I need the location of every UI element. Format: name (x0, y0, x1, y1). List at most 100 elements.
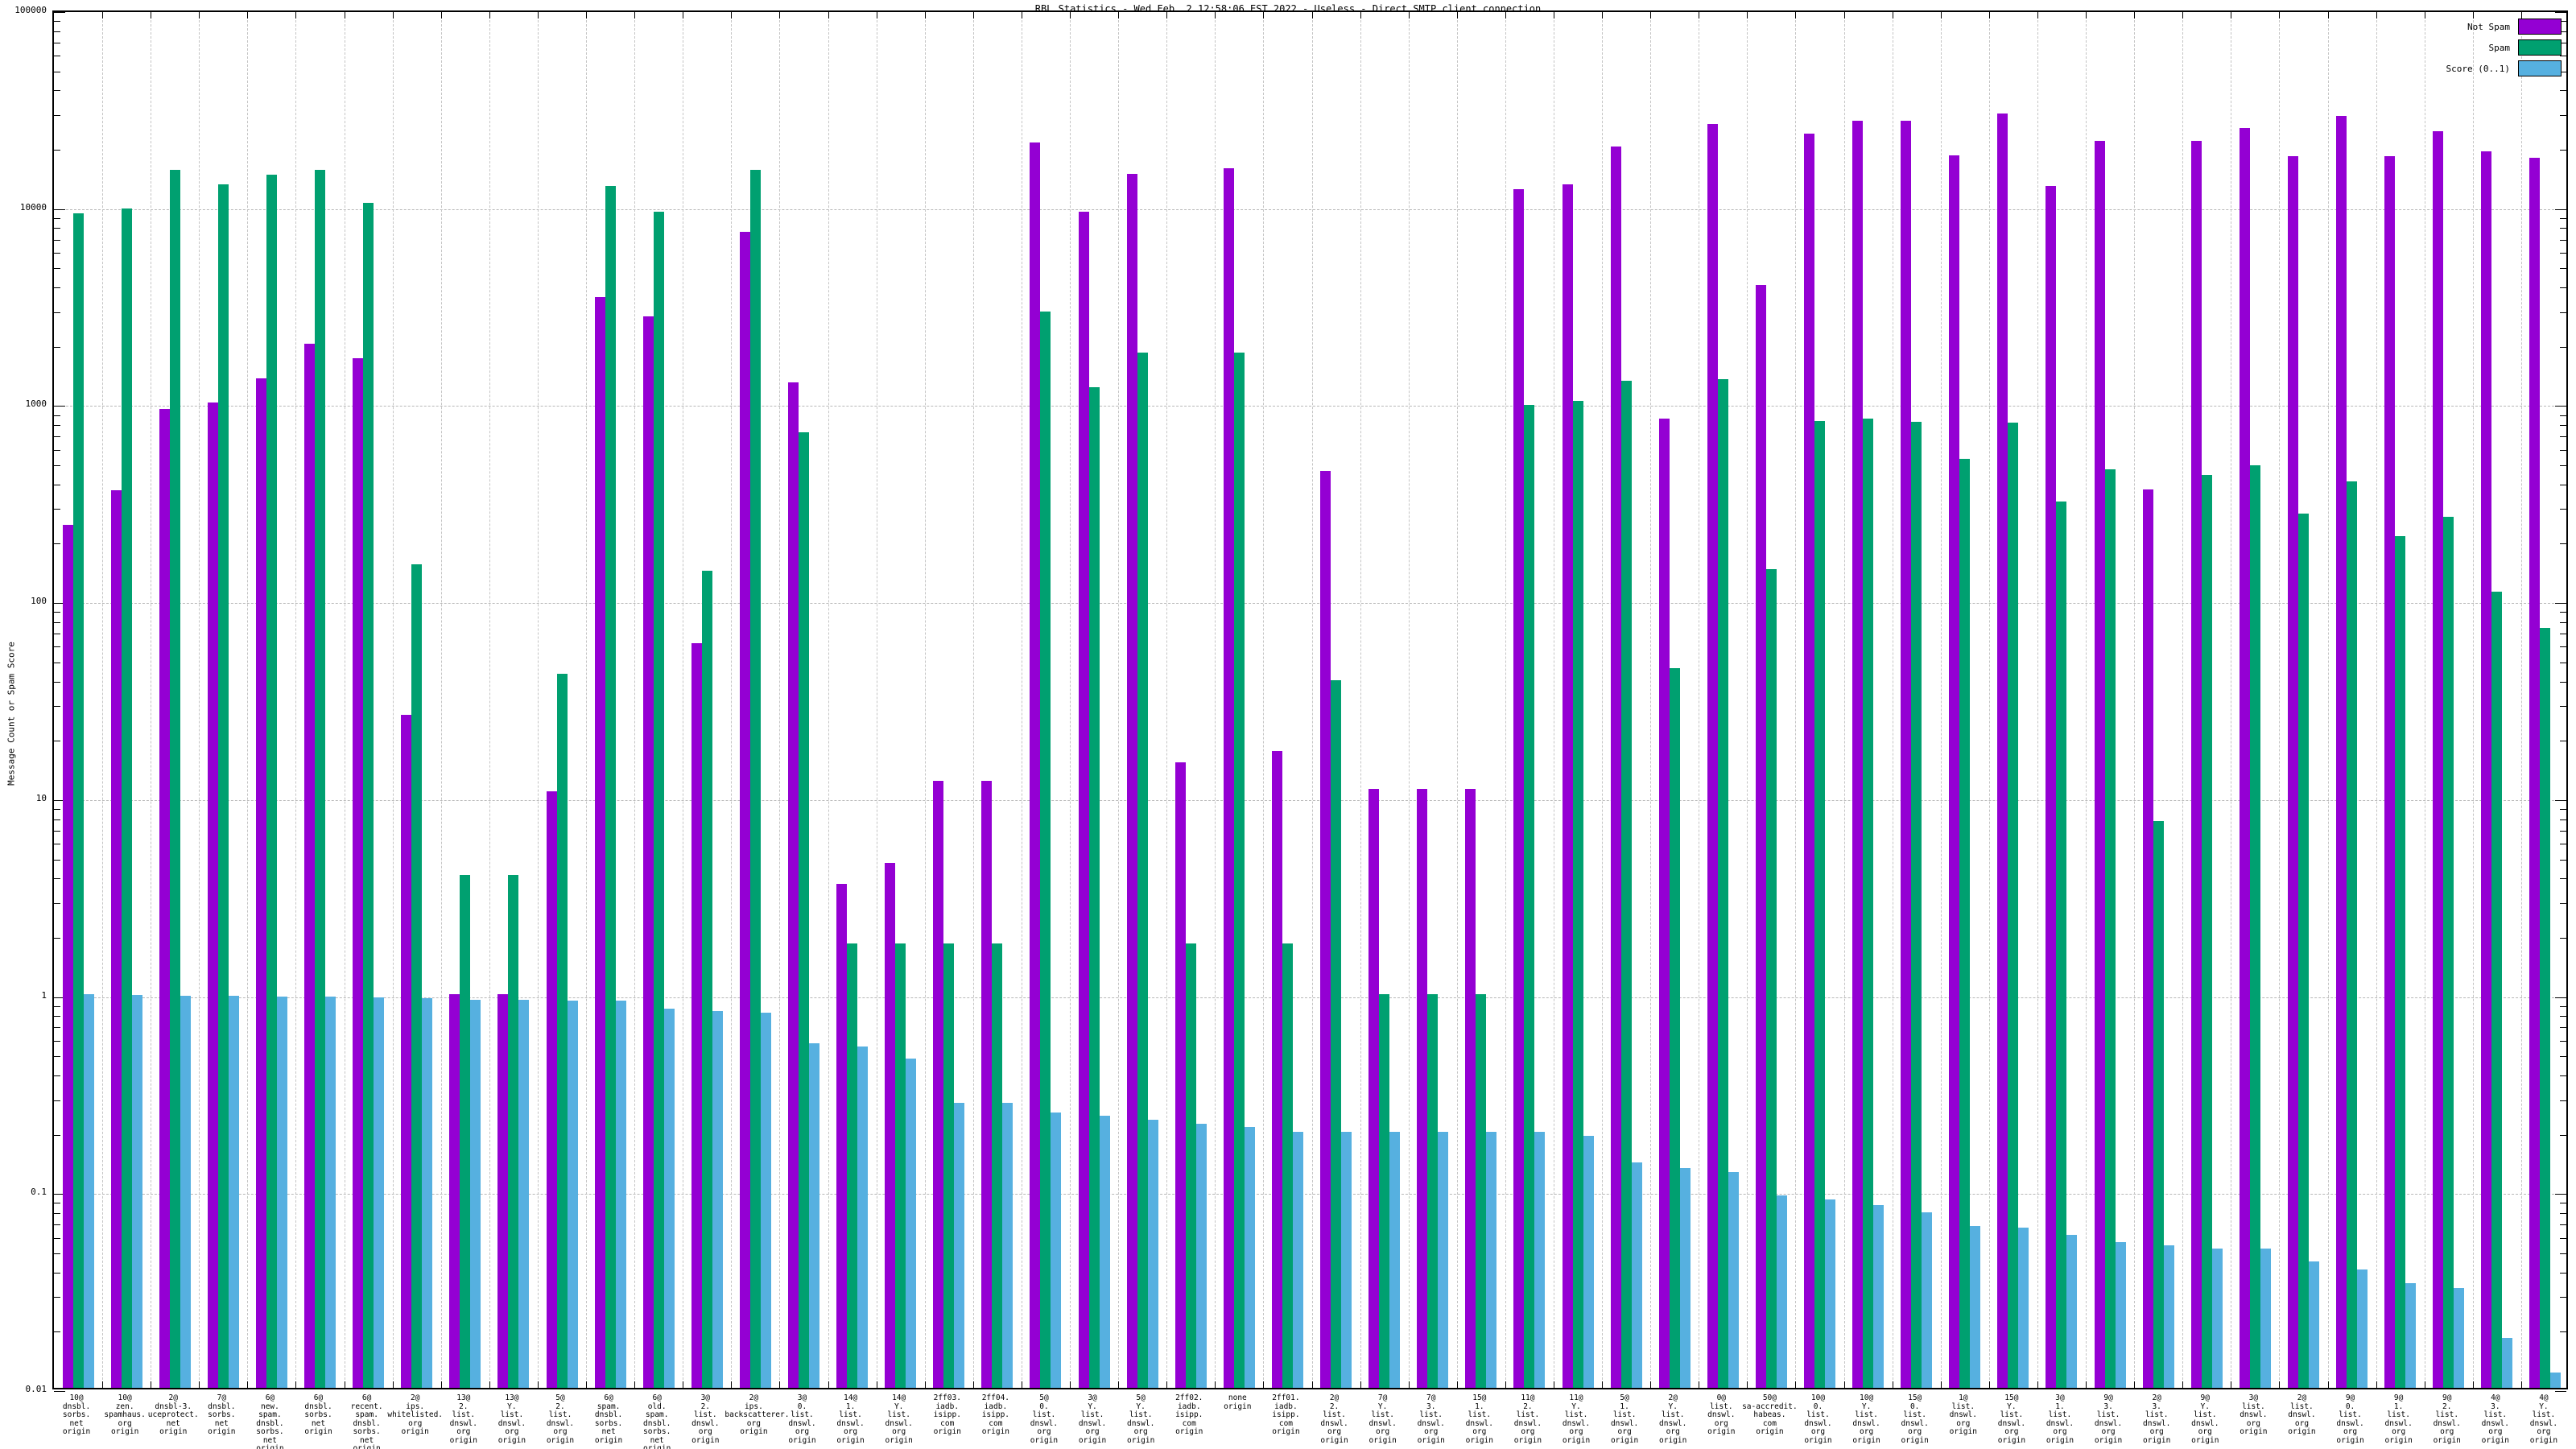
y-major-tick (2555, 800, 2566, 801)
x-bottom-tick (1215, 1381, 1216, 1388)
y-gridline (54, 209, 2566, 210)
bar-spam (1476, 994, 1486, 1388)
bar-not-spam (2433, 131, 2443, 1388)
y-minor-tick (2560, 646, 2566, 647)
x-top-tick (2134, 12, 2135, 19)
y-minor-tick (2560, 819, 2566, 820)
bar-score (422, 998, 432, 1388)
x-top-tick (247, 12, 248, 19)
bar-score (2309, 1261, 2319, 1388)
bar-not-spam (1804, 134, 1814, 1388)
bar-spam (1766, 569, 1777, 1388)
y-minor-tick (2560, 150, 2566, 151)
y-minor-tick (2560, 860, 2566, 861)
x-gridline (393, 12, 394, 1388)
y-minor-tick (54, 1297, 60, 1298)
x-gridline (2376, 12, 2377, 1388)
x-gridline (1650, 12, 1651, 1388)
bar-spam (557, 674, 568, 1388)
bar-score (761, 1013, 771, 1388)
x-top-tick (828, 12, 829, 19)
x-gridline (1263, 12, 1264, 1388)
x-gridline (1457, 12, 1458, 1388)
x-top-tick (1505, 12, 1506, 19)
x-gridline (1505, 12, 1506, 1388)
bar-not-spam (2336, 116, 2347, 1388)
x-gridline (2086, 12, 2087, 1388)
y-minor-tick (54, 415, 60, 416)
bar-spam (1282, 943, 1293, 1388)
y-minor-tick (2560, 543, 2566, 544)
bar-not-spam (981, 781, 992, 1388)
y-major-tick (2555, 1391, 2566, 1392)
x-bottom-tick (1263, 1381, 1264, 1388)
y-minor-tick (2560, 878, 2566, 879)
x-top-tick (2182, 12, 2183, 19)
x-gridline (2037, 12, 2038, 1388)
x-bottom-tick (538, 1381, 539, 1388)
y-major-tick (2555, 603, 2566, 604)
y-minor-tick (54, 831, 60, 832)
bar-not-spam (1368, 789, 1379, 1388)
bar-not-spam (547, 791, 557, 1388)
bar-score (1148, 1120, 1158, 1388)
x-tick-label-line: isipp. (1160, 1411, 1218, 1420)
bar-not-spam (2288, 156, 2298, 1388)
bar-score (2550, 1373, 2561, 1388)
bar-not-spam (1563, 184, 1573, 1388)
bar-spam (605, 186, 616, 1388)
bar-spam (1959, 459, 1970, 1388)
y-tick-label: 100000 (0, 6, 47, 15)
bar-score (712, 1011, 723, 1388)
y-minor-tick (54, 819, 60, 820)
bar-not-spam (2191, 141, 2202, 1388)
bar-spam (992, 943, 1002, 1388)
bar-not-spam (256, 378, 266, 1388)
bar-not-spam (933, 781, 943, 1388)
x-bottom-tick (1409, 1381, 1410, 1388)
x-gridline (2279, 12, 2280, 1388)
legend-swatch (2518, 60, 2562, 76)
legend-item: Spam (2446, 39, 2562, 56)
bar-not-spam (836, 884, 847, 1388)
bar-score (1341, 1132, 1352, 1388)
bar-spam (2298, 514, 2309, 1388)
bar-spam (122, 208, 132, 1388)
y-minor-tick (54, 465, 60, 466)
x-bottom-tick (1312, 1381, 1313, 1388)
y-major-tick (2555, 997, 2566, 998)
bar-score (1293, 1132, 1303, 1388)
x-top-tick (731, 12, 732, 19)
y-major-tick (2555, 1194, 2566, 1195)
bar-not-spam (1030, 142, 1040, 1388)
legend-label: Spam (2489, 43, 2511, 53)
bar-score (2164, 1245, 2174, 1388)
y-minor-tick (54, 1273, 60, 1274)
bar-score (518, 1000, 529, 1388)
bar-spam (2056, 502, 2066, 1388)
x-top-tick (1263, 12, 1264, 19)
x-tick-label-line: list. (2515, 1411, 2573, 1420)
bar-score (1245, 1127, 1255, 1388)
bar-score (954, 1103, 964, 1388)
x-bottom-tick (1505, 1381, 1506, 1388)
legend: Not SpamSpamScore (0..1) (2446, 19, 2562, 81)
x-bottom-tick (393, 1381, 394, 1388)
x-gridline (1215, 12, 1216, 1388)
x-top-tick (2279, 12, 2280, 19)
x-gridline (489, 12, 490, 1388)
x-tick-label: 4@Y.list.dnswl.orgorigin (2515, 1394, 2573, 1445)
x-top-tick (1070, 12, 1071, 19)
bar-score (1196, 1124, 1207, 1389)
y-minor-tick (54, 1100, 60, 1101)
y-minor-tick (54, 1006, 60, 1007)
bar-not-spam (691, 643, 702, 1388)
x-top-tick (1941, 12, 1942, 19)
bar-not-spam (643, 316, 654, 1388)
y-minor-tick (54, 1027, 60, 1028)
y-minor-tick (2560, 1135, 2566, 1136)
bar-spam (2105, 469, 2116, 1388)
bar-not-spam (497, 994, 508, 1388)
y-minor-tick (2560, 1224, 2566, 1225)
x-top-tick (1118, 12, 1119, 19)
